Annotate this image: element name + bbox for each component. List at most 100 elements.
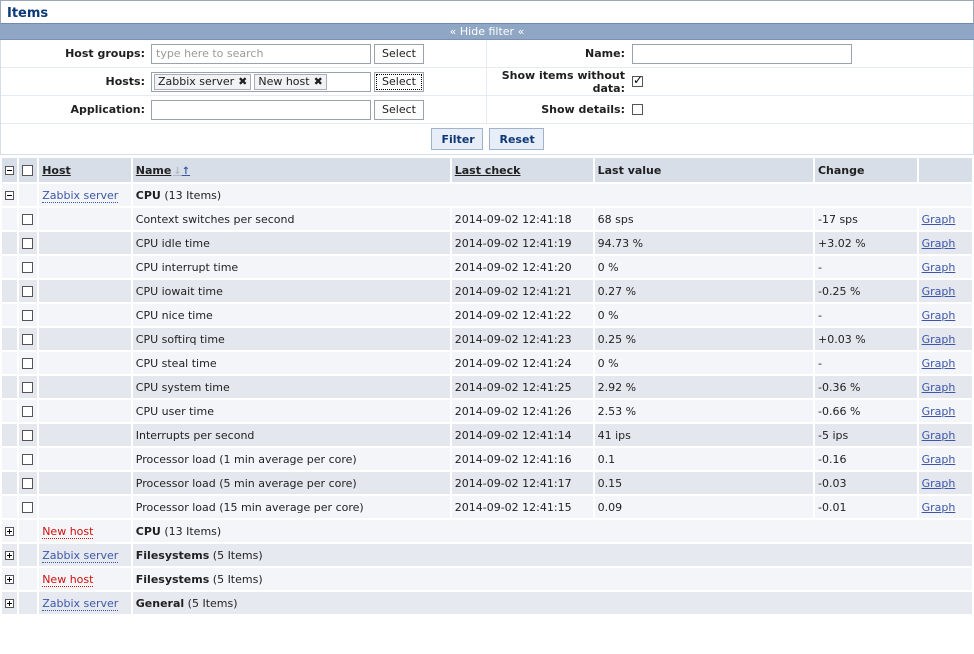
graph-link[interactable]: Graph (922, 453, 956, 466)
reset-button[interactable]: Reset (488, 128, 544, 150)
empty-cell (19, 544, 38, 566)
select-all-checkbox[interactable] (22, 165, 34, 176)
expand-icon[interactable] (5, 599, 14, 608)
application-input[interactable] (151, 99, 371, 120)
column-name-label[interactable]: Name (136, 164, 172, 177)
expand-icon[interactable] (5, 551, 14, 560)
row-checkbox[interactable] (22, 430, 34, 441)
expand-icon[interactable] (5, 527, 14, 536)
row-checkbox[interactable] (22, 238, 34, 249)
hosts-multiselect[interactable]: Zabbix server ✖ New host ✖ (151, 71, 371, 92)
table-row: CPU softirq time 2014-09-02 12:41:23 0.25 … (2, 328, 972, 350)
select-all-cell[interactable] (19, 158, 38, 182)
name-input[interactable] (632, 43, 852, 64)
host-link[interactable]: New host (42, 524, 94, 539)
column-host[interactable]: Host (39, 158, 131, 182)
show-items-without-data-checkbox[interactable] (632, 73, 643, 87)
hide-filter-link[interactable]: « Hide filter « (450, 25, 525, 38)
row-select-cell[interactable] (19, 280, 38, 302)
show-details-checkbox[interactable] (632, 104, 643, 115)
hosts-select-button[interactable]: Select (374, 71, 424, 92)
host-link[interactable]: Zabbix server (42, 596, 119, 611)
item-last-value: 0.1 (594, 448, 813, 470)
column-host-label[interactable]: Host (42, 164, 71, 177)
graph-link[interactable]: Graph (922, 429, 956, 442)
filter-cell: Show items without data: (487, 68, 973, 95)
graph-link[interactable]: Graph (922, 477, 956, 490)
graph-link[interactable]: Graph (922, 309, 956, 322)
column-name[interactable]: Name ↓↑ (132, 158, 450, 182)
remove-tag-icon[interactable]: ✖ (238, 75, 247, 89)
collapse-icon[interactable] (5, 191, 14, 200)
expand-cell[interactable] (2, 520, 18, 542)
graph-link[interactable]: Graph (922, 405, 956, 418)
row-select-cell[interactable] (19, 496, 38, 518)
host-cell (39, 448, 131, 470)
collapse-cell[interactable] (2, 184, 18, 206)
row-select-cell[interactable] (19, 328, 38, 350)
row-checkbox[interactable] (22, 214, 34, 225)
item-last-check: 2014-09-02 12:41:23 (451, 328, 593, 350)
collapse-all-cell[interactable] (2, 158, 18, 182)
host-cell (39, 304, 131, 326)
filter-button[interactable]: Filter (430, 128, 483, 150)
column-last-check[interactable]: Last check (451, 158, 593, 182)
graph-link[interactable]: Graph (922, 333, 956, 346)
column-actions (918, 158, 972, 182)
row-select-cell[interactable] (19, 232, 38, 254)
group-name: Filesystems (135, 572, 210, 586)
graph-link[interactable]: Graph (922, 237, 956, 250)
application-select-button[interactable]: Select (374, 99, 424, 120)
graph-link[interactable]: Graph (922, 357, 956, 370)
row-checkbox[interactable] (22, 478, 34, 489)
row-select-cell[interactable] (19, 424, 38, 446)
graph-link[interactable]: Graph (922, 213, 956, 226)
graph-link[interactable]: Graph (922, 285, 956, 298)
item-name: Interrupts per second (132, 424, 450, 446)
expand-cell[interactable] (2, 592, 18, 614)
expand-cell[interactable] (2, 544, 18, 566)
host-cell (39, 256, 131, 278)
host-groups-input[interactable] (151, 43, 371, 64)
row-select-cell[interactable] (19, 256, 38, 278)
column-last-check-label[interactable]: Last check (455, 164, 521, 177)
row-checkbox[interactable] (22, 502, 34, 513)
group-name-cell: CPU (13 Items) (132, 184, 972, 206)
row-checkbox[interactable] (22, 286, 34, 297)
row-select-cell[interactable] (19, 304, 38, 326)
row-select-cell[interactable] (19, 472, 38, 494)
host-groups-select-button[interactable]: Select (374, 43, 424, 64)
group-host-cell: New host (39, 568, 131, 590)
filter-toggle-bar[interactable]: « Hide filter « (0, 24, 974, 40)
row-checkbox[interactable] (22, 334, 34, 345)
graph-link[interactable]: Graph (922, 501, 956, 514)
row-select-cell[interactable] (19, 448, 38, 470)
row-checkbox[interactable] (22, 358, 34, 369)
row-select-cell[interactable] (19, 208, 38, 230)
host-cell (39, 496, 131, 518)
row-select-cell[interactable] (19, 376, 38, 398)
row-checkbox[interactable] (22, 454, 34, 465)
host-link[interactable]: Zabbix server (42, 188, 119, 203)
spacer-cell (2, 448, 18, 470)
group-name-cell: General (5 Items) (132, 592, 972, 614)
row-select-cell[interactable] (19, 352, 38, 374)
group-count: (13 Items) (164, 524, 222, 538)
host-link[interactable]: New host (42, 572, 94, 587)
group-count: (13 Items) (164, 188, 222, 202)
collapse-all-icon[interactable] (5, 166, 14, 175)
host-link[interactable]: Zabbix server (42, 548, 119, 563)
graph-link[interactable]: Graph (922, 381, 956, 394)
expand-icon[interactable] (5, 575, 14, 584)
remove-tag-icon[interactable]: ✖ (314, 75, 323, 89)
row-checkbox[interactable] (22, 310, 34, 321)
row-checkbox[interactable] (22, 406, 34, 417)
row-checkbox[interactable] (22, 382, 34, 393)
graph-link[interactable]: Graph (922, 261, 956, 274)
row-checkbox[interactable] (22, 262, 34, 273)
expand-cell[interactable] (2, 568, 18, 590)
table-row: Interrupts per second 2014-09-02 12:41:14… (2, 424, 972, 446)
item-change: +0.03 % (814, 328, 917, 350)
row-select-cell[interactable] (19, 400, 38, 422)
group-row-collapsed: Zabbix server General (5 Items) (2, 592, 972, 614)
